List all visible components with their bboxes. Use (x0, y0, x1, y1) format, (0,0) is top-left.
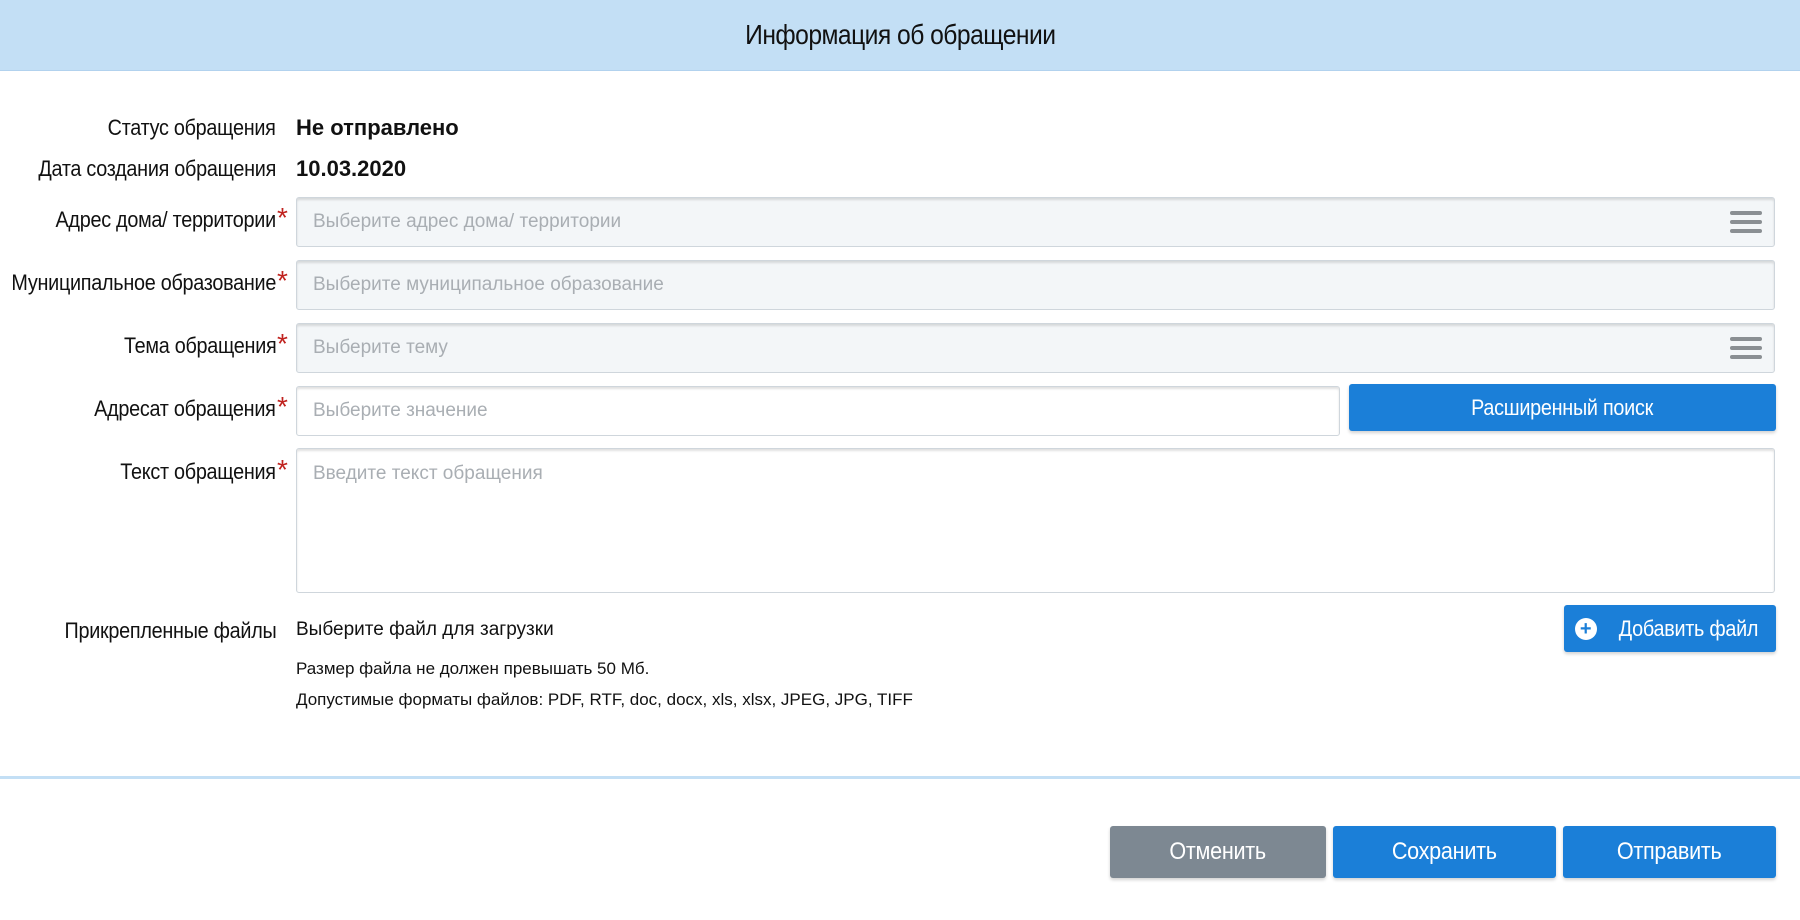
file-size-note: Размер файла не должен превышать 50 Мб. (296, 659, 650, 678)
required-mark: * (277, 391, 288, 422)
footer-divider (0, 776, 1800, 779)
recipient-label: Адресат обращения (94, 396, 277, 421)
choose-file-text: Выберите файл для загрузки (296, 619, 554, 640)
advanced-search-button[interactable]: Расширенный поиск (1349, 384, 1776, 431)
required-mark: * (277, 202, 288, 233)
attachments-label: Прикрепленные файлы (64, 618, 276, 643)
created-date-value: 10.03.2020 (296, 156, 407, 181)
appeal-text-placeholder: Введите текст обращения (313, 463, 543, 484)
required-mark: * (277, 454, 288, 485)
advanced-search-label: Расширенный поиск (1471, 394, 1654, 420)
municipality-select[interactable]: Выберите муниципальное образование (296, 260, 1775, 310)
plus-circle-icon: + (1574, 617, 1597, 640)
topic-label: Тема обращения (123, 333, 276, 358)
send-button[interactable]: Отправить (1563, 826, 1776, 878)
address-label: Адрес дома/ территории (55, 207, 277, 232)
topic-select[interactable]: Выберите тему (296, 323, 1775, 373)
file-formats-note: Допустимые форматы файлов: PDF, RTF, doc… (296, 690, 913, 709)
municipality-placeholder: Выберите муниципальное образование (313, 274, 664, 295)
add-file-button[interactable]: + Добавить файл (1564, 605, 1776, 652)
municipality-label: Муниципальное образование (11, 270, 276, 295)
hamburger-menu-icon[interactable] (1730, 337, 1762, 361)
save-label: Сохранить (1392, 838, 1497, 865)
topic-placeholder: Выберите тему (313, 337, 448, 358)
page-title: Информация об обращении (744, 19, 1056, 50)
cancel-label: Отменить (1169, 838, 1267, 865)
recipient-input[interactable]: Выберите значение (296, 386, 1340, 436)
status-label: Статус обращения (108, 115, 276, 140)
recipient-placeholder: Выберите значение (313, 400, 488, 421)
address-select[interactable]: Выберите адрес дома/ территории (296, 197, 1775, 247)
add-file-label: Добавить файл (1618, 615, 1758, 641)
status-value: Не отправлено (296, 115, 459, 140)
send-label: Отправить (1617, 838, 1722, 865)
cancel-button[interactable]: Отменить (1110, 826, 1326, 878)
required-mark: * (277, 265, 288, 296)
save-button[interactable]: Сохранить (1333, 826, 1556, 878)
hamburger-menu-icon[interactable] (1730, 211, 1762, 235)
page-header: Информация об обращении (0, 0, 1800, 71)
required-mark: * (277, 328, 288, 359)
created-date-label: Дата создания обращения (38, 156, 276, 181)
address-placeholder: Выберите адрес дома/ территории (313, 211, 622, 232)
text-label: Текст обращения (120, 459, 277, 484)
appeal-text-area[interactable]: Введите текст обращения (296, 448, 1775, 593)
